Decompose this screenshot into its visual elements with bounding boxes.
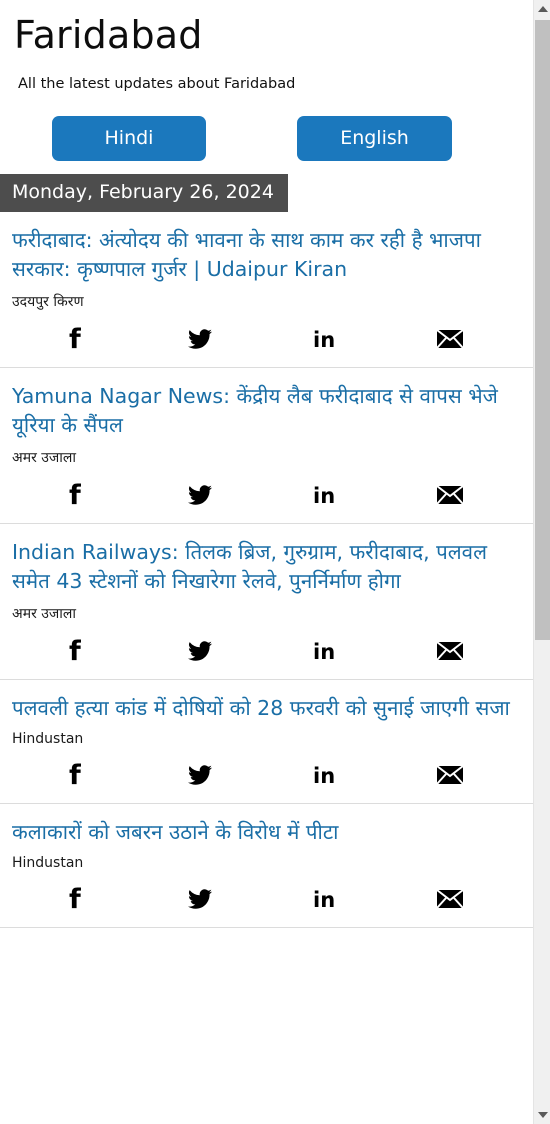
svg-text:in: in — [313, 764, 335, 788]
hindi-language-button[interactable]: Hindi — [52, 115, 206, 161]
article-headline[interactable]: फरीदाबाद: अंत्योदय की भावना के साथ काम क… — [12, 226, 519, 284]
svg-text:f: f — [69, 324, 81, 354]
vertical-scrollbar[interactable] — [533, 0, 550, 1124]
linkedin-icon[interactable]: in — [263, 326, 388, 352]
article-item: फरीदाबाद: अंत्योदय की भावना के साथ काम क… — [0, 212, 533, 368]
twitter-icon[interactable] — [137, 887, 262, 911]
article-headline[interactable]: Indian Railways: तिलक ब्रिज, गुरुग्राम, … — [12, 538, 519, 596]
svg-text:f: f — [69, 636, 81, 666]
scroll-up-arrow-icon[interactable] — [534, 0, 550, 18]
twitter-icon[interactable] — [137, 763, 262, 787]
share-row: f in — [12, 311, 519, 367]
linkedin-icon[interactable]: in — [263, 482, 388, 508]
article-item: Yamuna Nagar News: केंद्रीय लैब फरीदाबाद… — [0, 368, 533, 525]
linkedin-icon[interactable]: in — [263, 886, 388, 912]
page-title: Faridabad — [14, 13, 203, 57]
svg-text:in: in — [313, 328, 335, 352]
svg-text:in: in — [313, 888, 335, 912]
article-source: उदयपुर किरण — [12, 293, 84, 310]
facebook-icon[interactable]: f — [12, 480, 137, 510]
scroll-down-arrow-icon[interactable] — [534, 1106, 550, 1124]
svg-text:f: f — [69, 884, 81, 914]
article-source: अमर उजाला — [12, 606, 77, 623]
svg-text:in: in — [313, 640, 335, 664]
page-root: Faridabad All the latest updates about F… — [0, 0, 550, 1124]
twitter-icon[interactable] — [137, 483, 262, 507]
article-headline[interactable]: पलवली हत्या कांड में दोषियों को 28 फरवरी… — [12, 694, 519, 723]
share-row: f in — [12, 623, 519, 679]
email-icon[interactable] — [388, 329, 513, 349]
facebook-icon[interactable]: f — [12, 324, 137, 354]
svg-text:f: f — [69, 480, 81, 510]
article-item: Indian Railways: तिलक ब्रिज, गुरुग्राम, … — [0, 524, 533, 681]
facebook-icon[interactable]: f — [12, 636, 137, 666]
svg-text:f: f — [69, 760, 81, 790]
email-icon[interactable] — [388, 889, 513, 910]
article-source: Hindustan — [12, 855, 84, 872]
article-source: अमर उजाला — [12, 450, 77, 467]
share-row: f in — [12, 747, 519, 803]
svg-text:in: in — [313, 484, 335, 508]
article-headline[interactable]: कलाकारों को जबरन उठाने के विरोध में पीटा — [12, 818, 519, 847]
email-icon[interactable] — [388, 765, 513, 786]
twitter-icon[interactable] — [137, 639, 262, 663]
page-subtitle: All the latest updates about Faridabad — [18, 75, 296, 92]
language-button-row: Hindi English — [0, 92, 533, 166]
article-headline[interactable]: Yamuna Nagar News: केंद्रीय लैब फरीदाबाद… — [12, 382, 519, 440]
content-viewport: Faridabad All the latest updates about F… — [0, 0, 533, 1124]
share-row: f in — [12, 467, 519, 523]
article-source: Hindustan — [12, 731, 84, 748]
english-language-button[interactable]: English — [297, 115, 452, 161]
twitter-icon[interactable] — [137, 327, 262, 351]
email-icon[interactable] — [388, 485, 513, 505]
facebook-icon[interactable]: f — [12, 760, 137, 790]
article-list: फरीदाबाद: अंत्योदय की भावना के साथ काम क… — [0, 212, 533, 929]
article-item: पलवली हत्या कांड में दोषियों को 28 फरवरी… — [0, 680, 533, 805]
facebook-icon[interactable]: f — [12, 884, 137, 914]
email-icon[interactable] — [388, 641, 513, 661]
linkedin-icon[interactable]: in — [263, 762, 388, 788]
article-item: कलाकारों को जबरन उठाने के विरोध में पीटा… — [0, 804, 533, 929]
linkedin-icon[interactable]: in — [263, 638, 388, 664]
scrollbar-thumb[interactable] — [535, 20, 550, 640]
date-header: Monday, February 26, 2024 — [0, 173, 288, 212]
share-row: f in — [12, 871, 519, 927]
